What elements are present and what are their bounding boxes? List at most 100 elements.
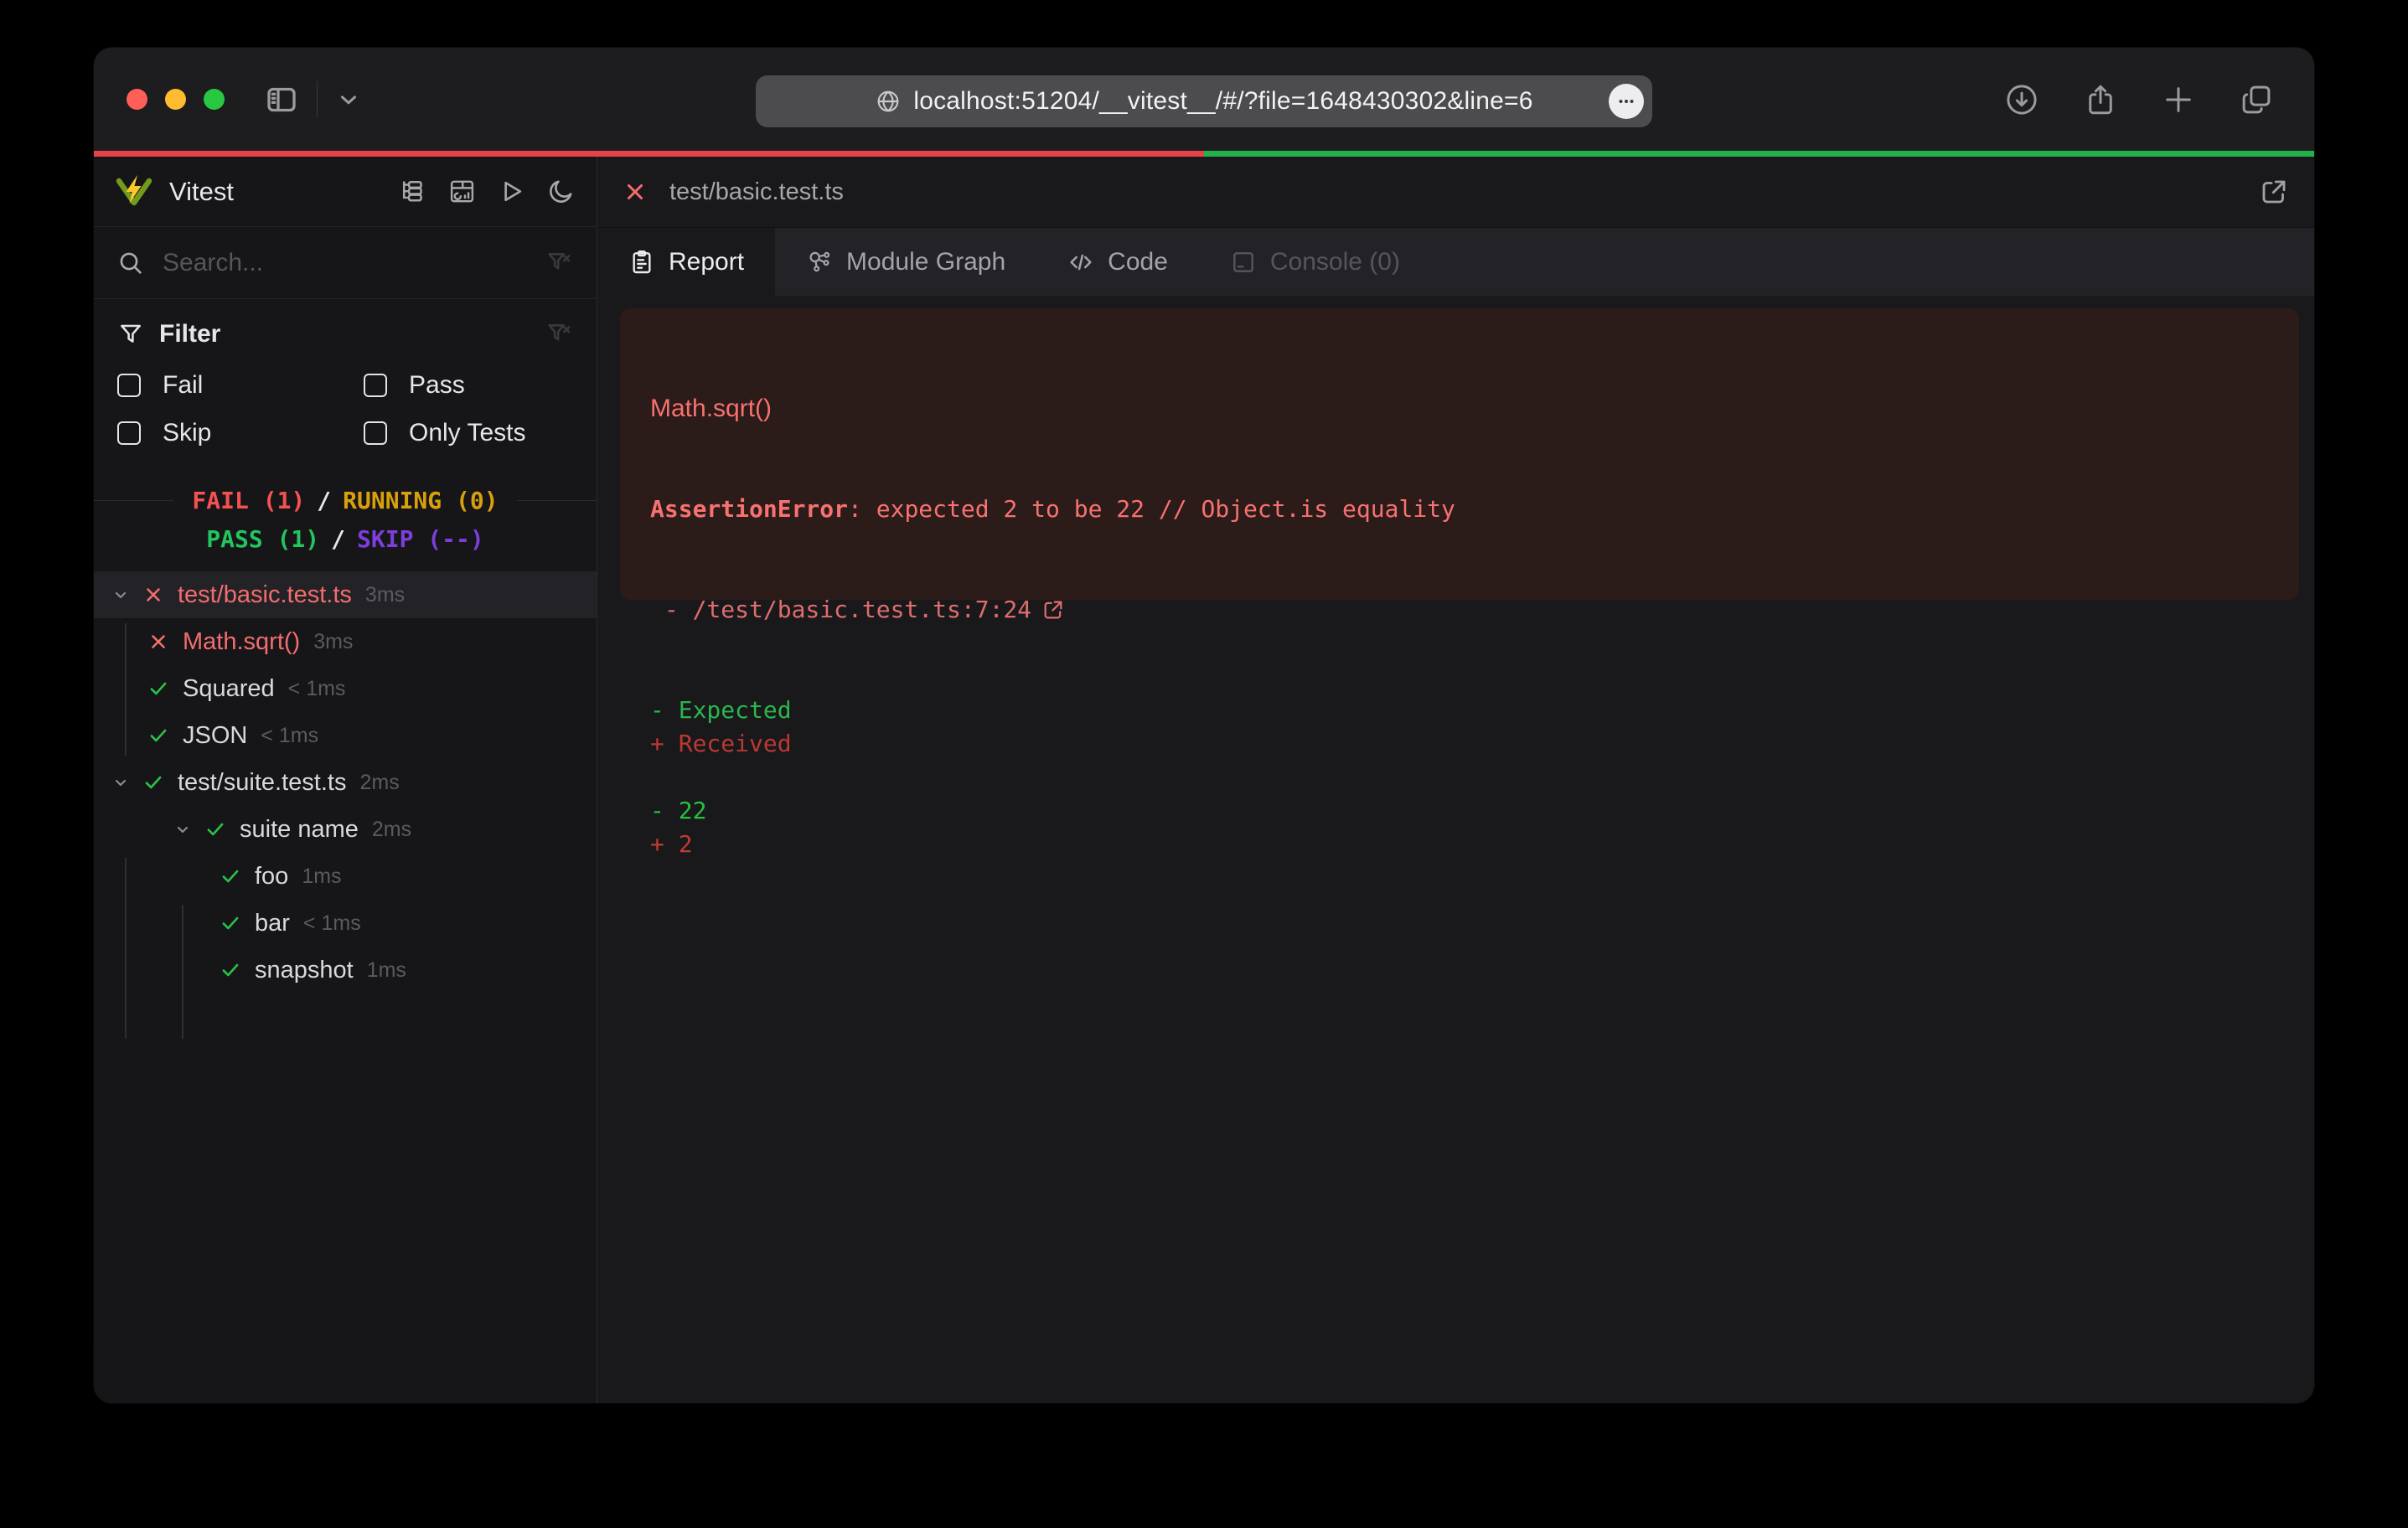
fail-x-icon xyxy=(142,584,164,606)
diff-line-expected: - Expected xyxy=(650,694,2269,727)
checkbox[interactable] xyxy=(364,421,387,445)
search-input[interactable]: Search... xyxy=(94,227,597,299)
summary-token: PASS (1) xyxy=(206,525,319,553)
filter-title: Filter xyxy=(159,320,545,348)
report-icon xyxy=(628,249,655,276)
sidebar-toggle-icon[interactable] xyxy=(265,83,298,116)
tab-label: Code xyxy=(1108,248,1168,276)
tree-indent-guide xyxy=(125,858,127,1039)
external-link-icon[interactable] xyxy=(2259,177,2289,207)
test-duration: < 1ms xyxy=(303,911,361,936)
clear-filter-icon[interactable] xyxy=(545,249,573,277)
filter-checkbox-skip[interactable]: Skip xyxy=(117,409,364,457)
tree-list-icon[interactable] xyxy=(399,178,426,205)
pass-check-icon xyxy=(204,818,226,840)
filter-checkbox-only-tests[interactable]: Only Tests xyxy=(364,409,573,457)
zoom-window-button[interactable] xyxy=(204,89,225,110)
test-label: test/basic.test.ts xyxy=(178,581,352,609)
tab-module-graph[interactable]: Module Graph xyxy=(775,228,1036,296)
fail-x-icon xyxy=(623,179,648,204)
checkbox-label: Pass xyxy=(409,371,465,400)
download-icon[interactable] xyxy=(2004,82,2039,117)
test-tree-row[interactable]: Math.sqrt()3ms xyxy=(94,618,597,665)
tree-chevron-icon xyxy=(111,772,131,792)
test-tree-row[interactable]: test/suite.test.ts2ms xyxy=(94,759,597,806)
checkbox-label: Only Tests xyxy=(409,419,526,447)
console-icon xyxy=(1230,249,1257,276)
error-type: AssertionError xyxy=(650,495,848,523)
test-label: test/suite.test.ts xyxy=(178,769,346,797)
test-label: JSON xyxy=(183,722,247,750)
tree-indent-guide xyxy=(125,623,127,756)
tab-code[interactable]: Code xyxy=(1036,228,1199,296)
tab-overview-icon[interactable] xyxy=(2239,82,2274,117)
dashboard-icon[interactable] xyxy=(448,178,476,205)
search-icon xyxy=(117,250,144,276)
test-tree-row[interactable]: Squared< 1ms xyxy=(94,665,597,712)
test-label: Math.sqrt() xyxy=(183,628,300,656)
filter-checkbox-pass[interactable]: Pass xyxy=(364,361,573,409)
summary-line-2: PASS (1)/SKIP (--) xyxy=(94,525,597,553)
report-icon xyxy=(628,249,655,276)
summary-token: RUNNING (0) xyxy=(343,487,498,514)
new-tab-icon[interactable] xyxy=(2162,82,2195,117)
diff-block: - Expected+ Received- 22+ 2 xyxy=(650,694,2269,861)
pass-check-icon xyxy=(220,912,241,934)
dark-mode-icon xyxy=(547,178,575,205)
checkbox[interactable] xyxy=(117,374,141,397)
test-label: foo xyxy=(255,863,288,890)
test-tree-row[interactable]: test/basic.test.ts3ms xyxy=(94,571,597,618)
report-content: Math.sqrt() AssertionError: expected 2 t… xyxy=(597,296,2314,1403)
chevron-down-icon[interactable] xyxy=(336,87,361,112)
test-duration: 1ms xyxy=(367,958,406,983)
error-message-line: AssertionError: expected 2 to be 22 // O… xyxy=(650,493,2269,526)
run-all-icon[interactable] xyxy=(498,178,525,205)
module-graph-icon xyxy=(806,249,833,276)
tab-console-0-[interactable]: Console (0) xyxy=(1199,228,1431,296)
pass-check-icon xyxy=(220,959,241,981)
more-button[interactable] xyxy=(1609,84,1644,119)
dark-mode-icon[interactable] xyxy=(547,178,575,205)
error-message: : expected 2 to be 22 // Object.is equal… xyxy=(848,495,1455,523)
test-label: suite name xyxy=(240,816,359,844)
tab-label: Report xyxy=(669,248,744,276)
summary-token: SKIP (--) xyxy=(357,525,484,553)
pass-check-icon xyxy=(147,678,169,699)
checkbox[interactable] xyxy=(117,421,141,445)
error-location-link[interactable]: - /test/basic.test.ts:7:24 xyxy=(650,593,2269,627)
fail-x-icon xyxy=(147,631,169,653)
tree-chevron-icon[interactable] xyxy=(111,772,131,792)
filter-section: Filter Fail Pass Skip Only Tests xyxy=(94,299,597,463)
test-tree-row[interactable]: JSON< 1ms xyxy=(94,712,597,759)
pass-check-icon xyxy=(147,678,169,699)
sidebar-actions xyxy=(399,178,575,205)
pass-check-icon xyxy=(142,772,164,793)
checkbox[interactable] xyxy=(364,374,387,397)
checkbox-label: Skip xyxy=(163,419,211,447)
external-link-icon xyxy=(1041,598,1065,622)
diff-line-received-value: + 2 xyxy=(650,828,2269,861)
tree-chevron-icon[interactable] xyxy=(111,585,131,605)
run-all-icon xyxy=(498,178,525,205)
tree-chevron-icon[interactable] xyxy=(173,819,193,839)
test-tree: test/basic.test.ts3msMath.sqrt()3msSquar… xyxy=(94,571,597,1403)
diff-line-received: + Received xyxy=(650,727,2269,761)
browser-toolbar: localhost:51204/__vitest__/#/?file=16484… xyxy=(94,48,2314,151)
module-graph-icon xyxy=(806,249,833,276)
test-tree-row[interactable]: suite name2ms xyxy=(94,806,597,853)
tree-chevron-icon xyxy=(111,585,131,605)
test-tree-row[interactable]: bar < 1ms xyxy=(94,900,597,947)
test-tree-row[interactable]: snapshot1ms xyxy=(94,947,597,994)
pass-check-icon xyxy=(220,912,241,934)
filter-checkbox-fail[interactable]: Fail xyxy=(117,361,364,409)
clear-filter-icon[interactable] xyxy=(545,320,573,348)
tab-report[interactable]: Report xyxy=(597,228,775,296)
close-window-button[interactable] xyxy=(127,89,147,110)
share-icon[interactable] xyxy=(2083,82,2118,117)
test-label: bar xyxy=(255,910,290,937)
progress-pass-segment xyxy=(1204,151,2314,157)
minimize-window-button[interactable] xyxy=(165,89,186,110)
test-tree-row[interactable]: foo1ms xyxy=(94,853,597,900)
toolbar-divider xyxy=(317,81,318,118)
address-bar[interactable]: localhost:51204/__vitest__/#/?file=16484… xyxy=(756,75,1652,127)
